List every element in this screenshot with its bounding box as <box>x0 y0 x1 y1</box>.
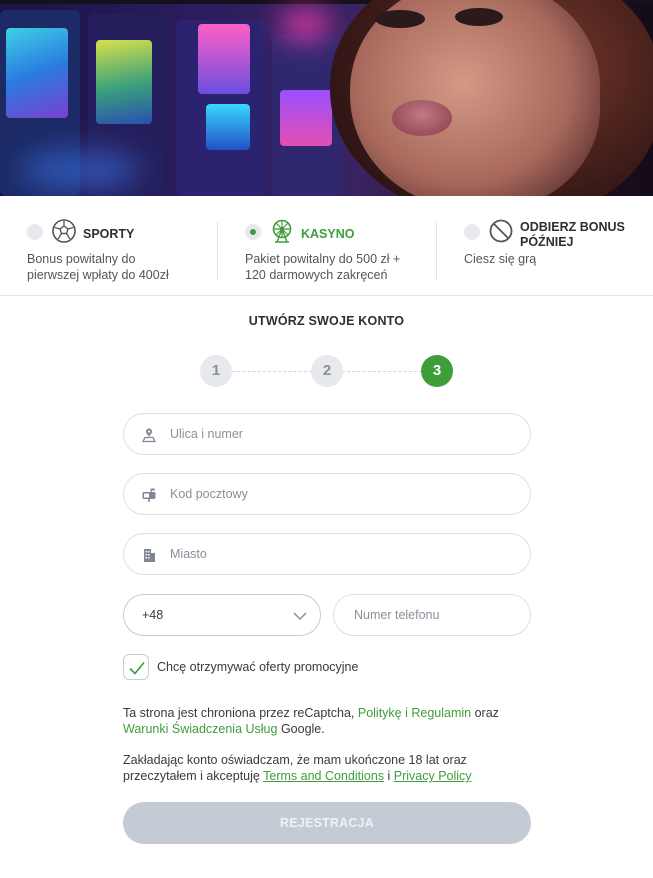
slot-screen-graphic <box>6 28 68 118</box>
divider <box>217 222 218 280</box>
bonus-title: KASYNO <box>301 227 355 241</box>
step-2: 2 <box>311 355 343 387</box>
radio-kasyno[interactable] <box>245 224 261 240</box>
divider <box>436 222 437 280</box>
phone-number-field[interactable]: Numer telefonu <box>333 594 531 636</box>
promo-checkbox-label: Chcę otrzymywać oferty promocyjne <box>157 660 359 674</box>
bonus-description-line: Pakiet powitalny do 500 zł + <box>245 252 401 266</box>
bonus-description: Bonus powitalny do pierwszej wpłaty do 4… <box>27 251 169 283</box>
postal-code-field[interactable]: Kod pocztowy <box>123 473 531 515</box>
radio-later[interactable] <box>464 224 480 240</box>
step-connector <box>232 371 312 372</box>
face-graphic <box>350 0 600 196</box>
street-field[interactable]: Ulica i numer <box>123 413 531 455</box>
checkmark-icon <box>129 661 145 675</box>
soccer-ball-icon <box>52 219 76 243</box>
bonus-description: Ciesz się grą <box>464 251 536 267</box>
phone-number-placeholder: Numer telefonu <box>354 608 440 622</box>
slot-screen-graphic <box>198 24 250 94</box>
bonus-title: ODBIERZ BONUS PÓŹNIEJ <box>520 220 625 250</box>
consent-text: przeczytałem i akceptuję <box>123 769 264 783</box>
step-1: 1 <box>200 355 232 387</box>
phone-prefix-select[interactable]: +48 <box>123 594 321 636</box>
neon-glow <box>280 10 330 40</box>
lips-graphic <box>392 100 452 136</box>
slot-screen-graphic <box>280 90 332 146</box>
terms-of-service-link[interactable]: Warunki Świadczenia Usług <box>123 722 277 736</box>
bonus-option-sporty[interactable]: SPORTY Bonus powitalny do pierwszej wpła… <box>27 218 207 288</box>
step-3: 3 <box>421 355 453 387</box>
map-pin-icon <box>141 428 157 443</box>
register-button[interactable]: REJESTRACJA <box>123 802 531 844</box>
neon-glow <box>20 150 140 190</box>
bonus-description-line: Ciesz się grą <box>464 252 537 266</box>
eye-graphic <box>455 8 503 26</box>
bonus-description: Pakiet powitalny do 500 zł + 120 darmowy… <box>245 251 400 283</box>
recaptcha-text: Google. <box>277 722 325 736</box>
bonus-description-line: 120 darmowych zakręceń <box>245 268 388 282</box>
consent-text: i <box>384 769 394 783</box>
form-title: UTWÓRZ SWOJE KONTO <box>248 314 405 328</box>
bonus-title-line: PÓŹNIEJ <box>520 235 574 249</box>
radio-sporty[interactable] <box>27 224 43 240</box>
recaptcha-text: Ta strona jest chroniona przez reCaptcha… <box>123 706 358 720</box>
building-icon <box>144 549 155 562</box>
consent-text: Zakładając konto oświadczam, że mam ukoń… <box>123 753 467 767</box>
eye-graphic <box>375 10 425 28</box>
terms-and-conditions-link[interactable]: Terms and Conditions <box>263 769 384 783</box>
promo-checkbox[interactable] <box>123 654 149 680</box>
slot-screen-graphic <box>96 40 152 124</box>
privacy-policy-link[interactable]: Privacy Policy <box>394 769 472 783</box>
policy-link[interactable]: Politykę i Regulamin <box>358 706 471 720</box>
recaptcha-notice: Ta strona jest chroniona przez reCaptcha… <box>123 705 543 737</box>
bonus-title-line: ODBIERZ BONUS <box>520 220 625 234</box>
step-connector <box>342 371 422 372</box>
bonus-option-kasyno[interactable]: KASYNO Pakiet powitalny do 500 zł + 120 … <box>245 218 425 288</box>
hero-banner <box>0 0 653 196</box>
street-placeholder: Ulica i numer <box>170 427 243 441</box>
postal-code-placeholder: Kod pocztowy <box>170 487 248 501</box>
city-field[interactable]: Miasto <box>123 533 531 575</box>
city-placeholder: Miasto <box>170 547 207 561</box>
age-consent-notice: Zakładając konto oświadczam, że mam ukoń… <box>123 752 543 784</box>
no-sign-icon <box>489 219 513 243</box>
slot-screen-graphic <box>206 104 250 150</box>
ferris-wheel-icon <box>272 219 292 243</box>
step-indicator: 1 2 3 <box>0 355 653 387</box>
recaptcha-text: oraz <box>471 706 499 720</box>
phone-prefix-value: +48 <box>142 608 164 622</box>
bonus-title: SPORTY <box>83 227 135 241</box>
chevron-down-icon <box>293 612 307 621</box>
bonus-description-line: pierwszej wpłaty do 400zł <box>27 268 169 282</box>
bonus-selector: SPORTY Bonus powitalny do pierwszej wpła… <box>0 196 653 296</box>
bonus-option-later[interactable]: ODBIERZ BONUS PÓŹNIEJ Ciesz się grą <box>464 218 644 288</box>
bonus-description-line: Bonus powitalny do <box>27 252 136 266</box>
mailbox-icon <box>142 488 156 502</box>
